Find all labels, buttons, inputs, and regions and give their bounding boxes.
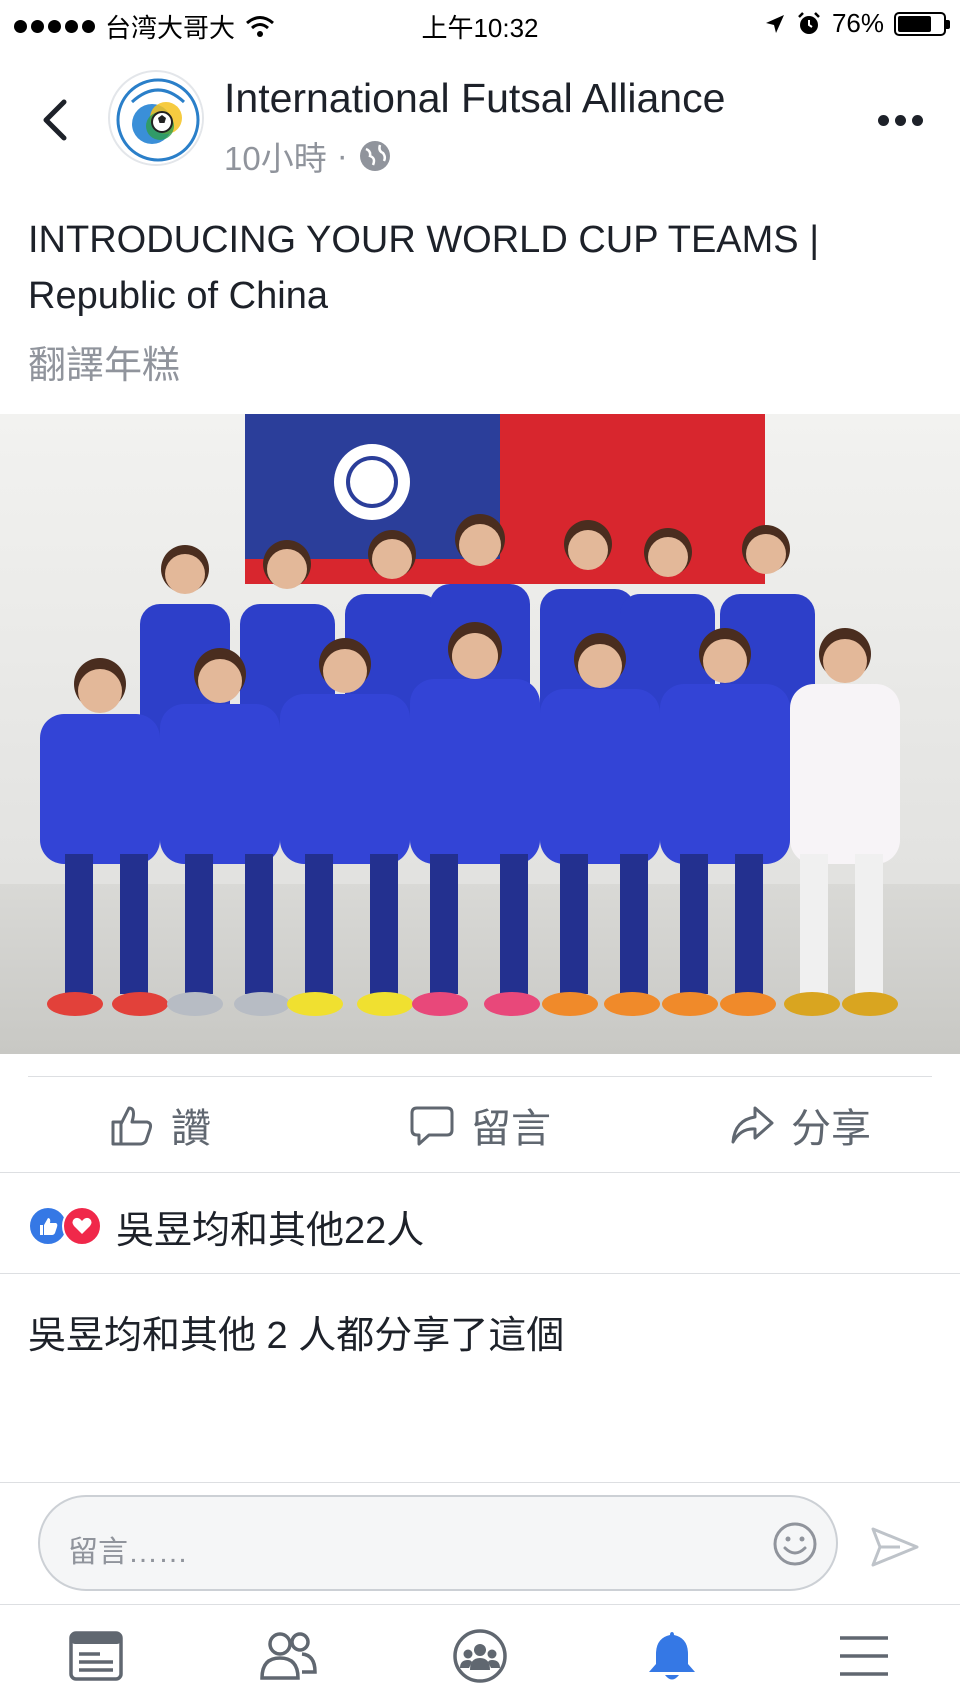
divider-reactions <box>0 1273 960 1274</box>
page-name[interactable]: International Futsal Alliance <box>224 75 725 122</box>
comment-placeholder: 留言…… <box>68 1536 188 1569</box>
comment-input[interactable]: 留言…… <box>38 1495 838 1591</box>
reaction-count: 吳昱均和其他22人 <box>116 1209 425 1252</box>
thumbs-up-icon <box>111 1106 153 1146</box>
like-button[interactable]: 讚 <box>0 1078 320 1172</box>
love-reaction-icon <box>62 1206 102 1246</box>
chevron-left-icon <box>43 99 67 141</box>
divider-actions <box>0 1172 960 1173</box>
alarm-icon <box>798 11 820 34</box>
more-options-button[interactable] <box>870 100 930 140</box>
post-meta: 10小時 · <box>224 132 392 180</box>
like-label: 讚 <box>171 1107 211 1151</box>
meta-separator: · <box>336 137 348 174</box>
back-button[interactable] <box>30 90 80 150</box>
tab-friends[interactable] <box>192 1605 384 1707</box>
share-label: 分享 <box>791 1107 871 1151</box>
notifications-icon <box>649 1632 695 1680</box>
futsal-logo-icon <box>113 75 202 164</box>
smiley-icon[interactable] <box>772 1521 818 1567</box>
battery-percentage: 76% <box>831 8 884 38</box>
status-bar: 台湾大哥大 上午10:32 76% <box>0 0 960 48</box>
send-icon[interactable] <box>870 1525 920 1569</box>
globe-icon <box>359 141 390 171</box>
battery-icon <box>894 11 950 36</box>
comment-button[interactable]: 留言 <box>320 1078 640 1172</box>
post-timestamp[interactable]: 10小時 <box>224 132 327 180</box>
tab-menu[interactable] <box>768 1605 960 1707</box>
post-photo[interactable] <box>0 414 960 1054</box>
reaction-summary[interactable]: 吳昱均和其他22人 <box>28 1198 424 1254</box>
bottom-tab-bar <box>0 1604 960 1707</box>
translate-link[interactable]: 翻譯年糕 <box>28 334 180 389</box>
divider-top <box>28 1076 932 1077</box>
share-button[interactable]: 分享 <box>640 1078 960 1172</box>
friends-icon <box>260 1632 317 1680</box>
menu-icon <box>840 1636 888 1676</box>
post-header: International Futsal Alliance 10小時 · <box>0 60 960 190</box>
tab-news-feed[interactable] <box>0 1605 192 1707</box>
news-feed-icon <box>69 1631 123 1681</box>
page-avatar[interactable] <box>108 70 204 166</box>
comment-composer: 留言…… <box>0 1482 960 1602</box>
location-arrow-icon <box>765 14 784 33</box>
comment-bubble-icon <box>410 1106 454 1146</box>
tab-groups[interactable] <box>384 1605 576 1707</box>
status-right: 76% <box>764 8 950 39</box>
share-arrow-icon <box>731 1106 774 1144</box>
tab-notifications[interactable] <box>576 1605 768 1707</box>
groups-icon <box>453 1629 507 1683</box>
battery-fill <box>898 15 932 32</box>
share-summary[interactable]: 吳昱均和其他 2 人都分享了這個 <box>28 1304 564 1359</box>
post-text: INTRODUCING YOUR WORLD CUP TEAMS | Repub… <box>28 219 820 317</box>
ellipsis-icon <box>877 114 889 126</box>
comment-label: 留言 <box>471 1107 551 1151</box>
post-actions: 讚 留言 分享 <box>0 1078 960 1172</box>
team-photo-image <box>0 414 960 1054</box>
